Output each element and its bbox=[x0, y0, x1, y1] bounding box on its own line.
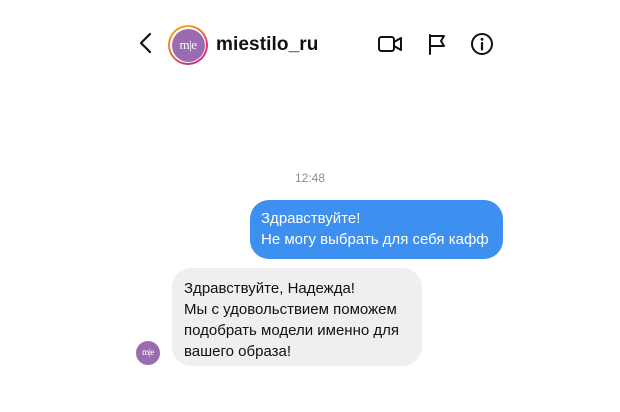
report-button[interactable] bbox=[423, 33, 451, 59]
video-camera-icon bbox=[377, 34, 403, 59]
direct-message-screen: m|e miestilo_ru 12:48 Здравствуйте! Не м… bbox=[0, 0, 620, 412]
message-line: Не могу выбрать для себя кафф bbox=[261, 231, 489, 248]
message-line: вашего образа! bbox=[184, 343, 292, 360]
chevron-left-icon bbox=[138, 31, 154, 60]
video-call-button[interactable] bbox=[376, 33, 404, 59]
info-icon bbox=[470, 32, 494, 61]
sender-avatar[interactable]: m|e bbox=[136, 341, 160, 365]
message-line: Мы с удовольствием поможем bbox=[184, 301, 397, 318]
message-line: подобрать модели именно для bbox=[184, 322, 399, 339]
message-line: Здравствуйте, Надежда! bbox=[184, 280, 355, 297]
message-line: Здравствуйте! bbox=[261, 210, 361, 227]
back-button[interactable] bbox=[132, 30, 160, 60]
info-button[interactable] bbox=[468, 32, 496, 61]
message-timestamp: 12:48 bbox=[294, 171, 326, 185]
outgoing-message-bubble[interactable]: Здравствуйте! Не могу выбрать для себя к… bbox=[250, 200, 503, 259]
chat-username[interactable]: miestilo_ru bbox=[216, 34, 318, 56]
profile-avatar[interactable]: m|e bbox=[168, 25, 208, 65]
avatar-monogram: m|e bbox=[171, 28, 205, 62]
incoming-message-bubble[interactable]: Здравствуйте, Надежда! Мы с удовольствие… bbox=[172, 268, 422, 366]
flag-icon bbox=[426, 33, 448, 60]
